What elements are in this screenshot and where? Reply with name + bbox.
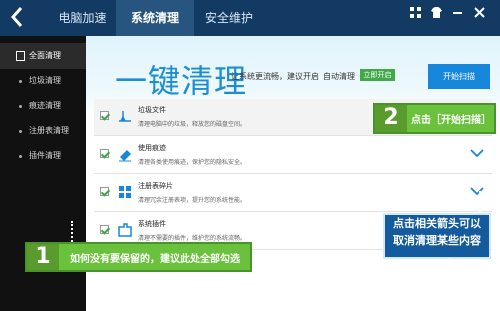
callout-number: 1 [27,244,59,270]
back-arrow-icon[interactable] [6,5,30,29]
plugins-checkbox[interactable] [100,225,109,234]
broom-icon [119,111,131,122]
callout-arrow [71,221,73,242]
auto-clean-label: 自动清理 [323,72,355,81]
sidebar-item-registry[interactable]: 注册表清理 [0,118,86,144]
callout-number: 2 [375,105,407,132]
tab-system-clean[interactable]: 系统清理 [116,0,194,36]
note-line-2: 取消清理某些内容 [393,234,481,247]
bullet-icon [19,105,22,108]
sidebar-item-full-clean[interactable]: 全面清理 [0,43,86,69]
tab-security[interactable]: 安全维护 [200,0,258,36]
callout-text: 点击［开始扫描］ [411,115,491,126]
row-description: 清理不需要的插件，维护您的系统流畅。 [138,235,247,242]
callout-start-scan: 2 点击［开始扫描］ [373,103,496,134]
junk-checkbox[interactable] [100,111,109,120]
row-description: 清理各类使用痕迹，保护您的隐私安全。 [138,159,247,166]
row-description: 清理冗余注册表项，提升您的系统性能。 [138,197,247,204]
shirt-icon[interactable] [430,6,443,19]
bullet-icon [19,130,22,133]
row-title: 注册表碎片 [138,182,173,190]
registry-checkbox[interactable] [100,187,109,196]
sidebar-item-traces[interactable]: 痕迹清理 [0,93,86,119]
top-navigation-bar: 电脑加速 系统清理 安全维护 [0,0,500,36]
clean-row-traces[interactable]: 使用痕迹 清理各类使用痕迹，保护您的隐私安全。 [94,137,492,174]
callout-text: 如何没有要保留的，建议此处全部勾选 [70,254,240,265]
note-line-1: 点击相关箭头可以 [393,217,481,230]
close-icon[interactable] [473,6,486,19]
start-scan-button[interactable]: 开始扫描 [428,64,490,89]
watermark-logo [354,258,474,297]
bullet-icon [19,155,22,158]
sidebar-item-junk[interactable]: 垃圾清理 [0,68,86,94]
chevron-down-icon[interactable] [470,187,484,196]
tab-speedup[interactable]: 电脑加速 [53,0,112,36]
registry-icon [119,186,131,198]
minimize-icon[interactable] [451,6,464,19]
enable-auto-clean-button[interactable]: 立即开启 [360,69,395,81]
plugin-icon [118,223,132,237]
row-title: 使用痕迹 [138,144,166,152]
row-description: 清理电脑中的垃圾，释放您的磁盘空间。 [138,121,247,128]
clean-row-registry[interactable]: 注册表碎片 清理冗余注册表项，提升您的系统性能。 [94,175,492,212]
row-title: 系统插件 [138,220,166,228]
grid-icon[interactable] [409,6,422,19]
chevron-down-icon[interactable] [470,149,484,158]
row-title: 垃圾文件 [138,106,166,114]
eraser-icon [119,150,131,162]
callout-arrow [479,179,481,213]
trash-icon [16,51,25,61]
recommendation-text: 让系统更流畅，建议开启 [231,72,319,81]
page-title: 一键清理 [115,62,248,100]
sidebar-item-plugins[interactable]: 插件清理 [0,143,86,169]
bullet-icon [19,80,22,83]
traces-checkbox[interactable] [100,149,109,158]
callout-check-all: 1 如何没有要保留的，建议此处全部勾选 [25,242,252,272]
